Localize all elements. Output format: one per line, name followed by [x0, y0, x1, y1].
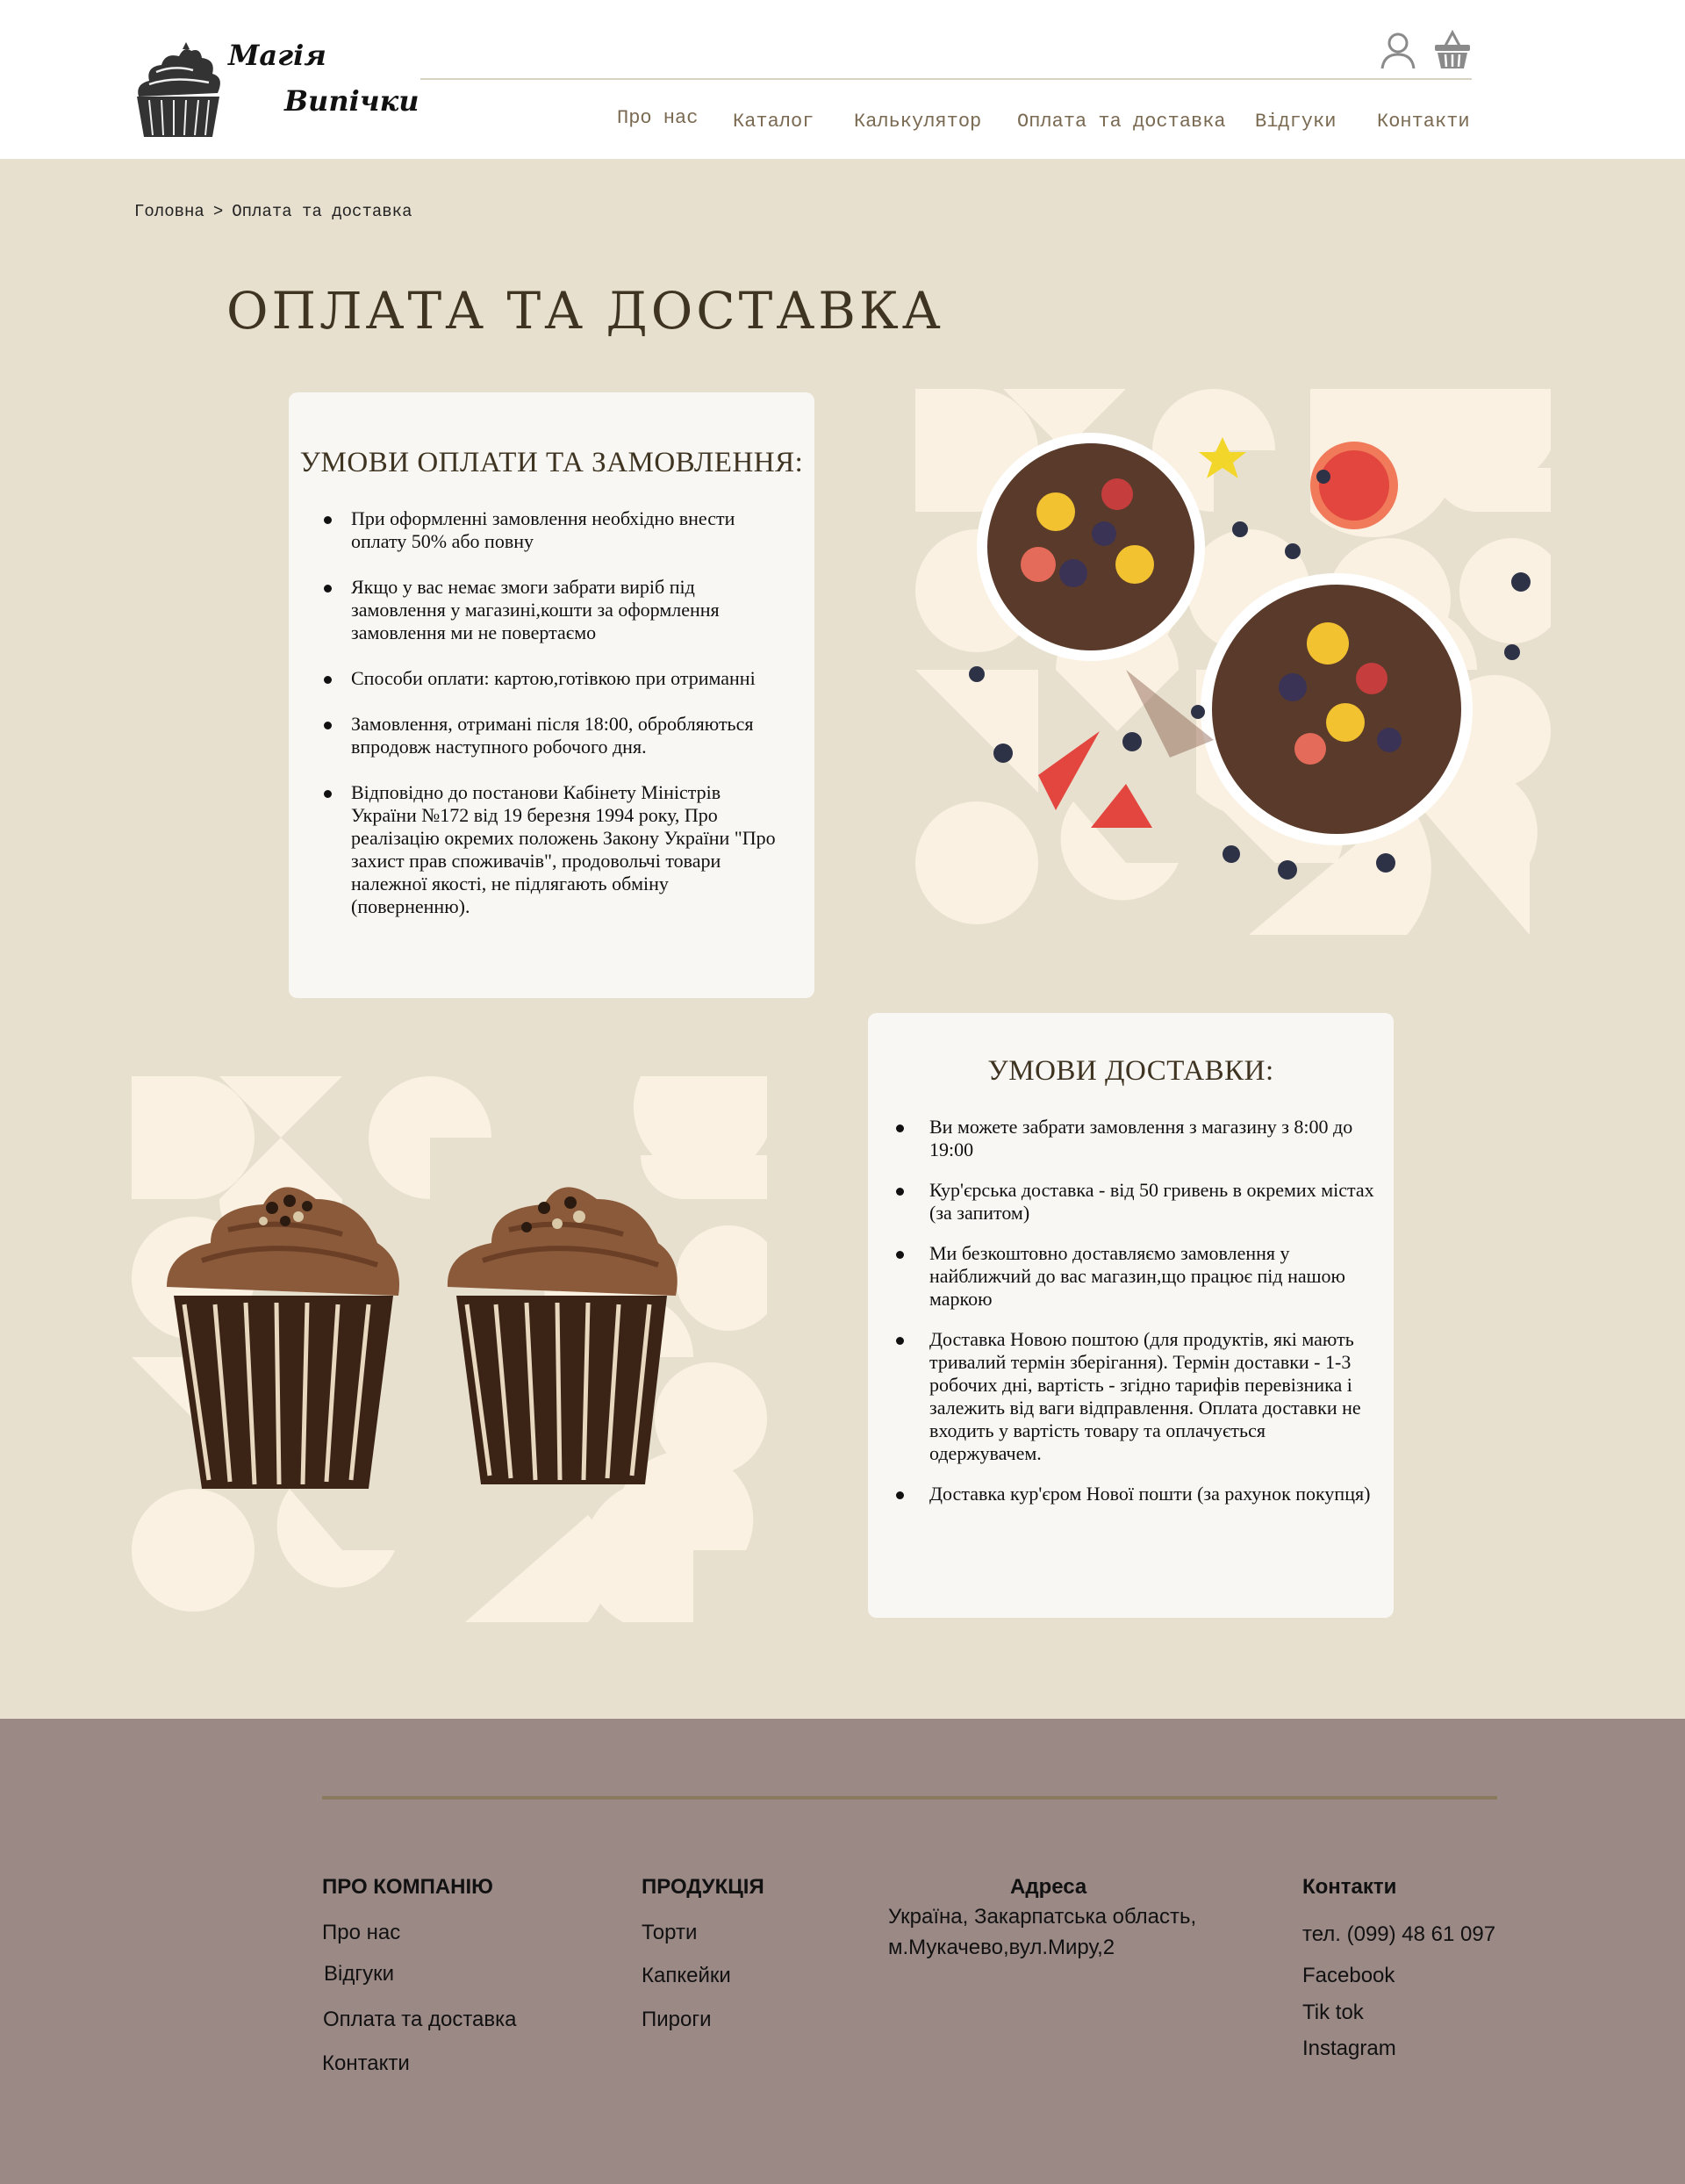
- footer-products-heading: ПРОДУКЦІЯ: [642, 1875, 764, 1899]
- payment-terms-card: УМОВИ ОПЛАТИ ТА ЗАМОВЛЕННЯ: При оформлен…: [289, 392, 814, 998]
- list-item: При оформленні замовлення необхідно внес…: [289, 507, 814, 553]
- site-footer: ПРО КОМПАНІЮ Про нас Відгуки Оплата та д…: [0, 1719, 1685, 2184]
- list-item: Відповідно до постанови Кабінету Міністр…: [289, 781, 814, 918]
- site-header: Магія Випічки Про нас Каталог Калькулято…: [0, 0, 1685, 159]
- breadcrumb-separator: >: [212, 202, 224, 221]
- list-item: Якщо у вас немає змоги забрати виріб під…: [289, 576, 814, 644]
- footer-link-instagram[interactable]: Instagram: [1302, 2037, 1396, 2061]
- nav-item-about[interactable]: Про нас: [617, 107, 698, 129]
- chocolate-cupcakes-image: [132, 1076, 767, 1622]
- payment-terms-list: При оформленні замовлення необхідно внес…: [289, 507, 814, 918]
- breadcrumb-current: Оплата та доставка: [232, 202, 412, 221]
- footer-company-heading: ПРО КОМПАНІЮ: [322, 1875, 493, 1899]
- footer-link-about[interactable]: Про нас: [322, 1921, 400, 1945]
- footer-address-line1: Україна, Закарпатська область,: [888, 1905, 1197, 1929]
- footer-link-contacts[interactable]: Контакти: [322, 2051, 410, 2076]
- list-item: Способи оплати: картою,готівкою при отри…: [289, 667, 814, 690]
- nav-item-payment-delivery[interactable]: Оплата та доставка: [1017, 111, 1226, 133]
- payment-terms-title: УМОВИ ОПЛАТИ ТА ЗАМОВЛЕННЯ:: [299, 447, 804, 478]
- main-nav: Про нас Каталог Калькулятор Оплата та до…: [0, 104, 1685, 139]
- footer-address-line2: м.Мукачево,вул.Миру,2: [888, 1936, 1115, 1959]
- list-item: Ви можете забрати замовлення з магазину …: [868, 1116, 1394, 1161]
- nav-item-contacts[interactable]: Контакти: [1377, 111, 1470, 133]
- footer-link-pies[interactable]: Пироги: [642, 2008, 712, 2032]
- smoothie-bowls-image: [915, 389, 1551, 935]
- footer-link-cakes[interactable]: Торти: [642, 1921, 697, 1945]
- list-item: Доставка Новою поштою (для продуктів, як…: [868, 1328, 1394, 1465]
- nav-item-reviews[interactable]: Відгуки: [1255, 111, 1336, 133]
- nav-item-calculator[interactable]: Калькулятор: [854, 111, 981, 133]
- delivery-terms-card: УМОВИ ДОСТАВКИ: Ви можете забрати замовл…: [868, 1013, 1394, 1618]
- page-title: ОПЛАТА ТА ДОСТАВКА: [226, 281, 944, 341]
- footer-phone[interactable]: тел. (099) 48 61 097: [1302, 1922, 1495, 1947]
- list-item: Ми безкоштовно доставляємо замовлення у …: [868, 1242, 1394, 1311]
- basket-icon[interactable]: [1433, 29, 1472, 70]
- footer-link-reviews[interactable]: Відгуки: [324, 1962, 394, 1986]
- footer-contacts-heading: Контакти: [1302, 1875, 1397, 1899]
- breadcrumb-home[interactable]: Головна: [134, 202, 204, 221]
- user-icon[interactable]: [1379, 30, 1417, 70]
- list-item: Доставка кур'єром Нової пошти (за рахуно…: [868, 1483, 1394, 1505]
- nav-item-catalog[interactable]: Каталог: [733, 111, 814, 133]
- footer-link-tiktok[interactable]: Tik tok: [1302, 2001, 1364, 2025]
- footer-address-heading: Адреса: [1010, 1875, 1087, 1899]
- footer-company-column: ПРО КОМПАНІЮ Про нас Відгуки Оплата та д…: [322, 1875, 585, 2103]
- list-item: Кур'єрська доставка - від 50 гривень в о…: [868, 1179, 1394, 1225]
- list-item: Замовлення, отримані після 18:00, обробл…: [289, 713, 814, 758]
- footer-link-payment-delivery[interactable]: Оплата та доставка: [323, 2008, 517, 2032]
- footer-products-column: ПРОДУКЦІЯ Торти Капкейки Пироги: [642, 1875, 817, 2051]
- footer-link-facebook[interactable]: Facebook: [1302, 1964, 1395, 1988]
- footer-link-cupcakes[interactable]: Капкейки: [642, 1964, 731, 1988]
- logo-text-line1: Магія: [228, 39, 326, 72]
- footer-address-column: Адреса Україна, Закарпатська область, м.…: [888, 1875, 1222, 1980]
- header-divider: [420, 78, 1472, 80]
- delivery-terms-list: Ви можете забрати замовлення з магазину …: [868, 1116, 1394, 1505]
- breadcrumb: Головна > Оплата та доставка: [134, 202, 412, 221]
- footer-contacts-column: Контакти тел. (099) 48 61 097 Facebook T…: [1302, 1875, 1548, 2068]
- footer-divider: [322, 1796, 1497, 1800]
- delivery-terms-title: УМОВИ ДОСТАВКИ:: [987, 1055, 1274, 1087]
